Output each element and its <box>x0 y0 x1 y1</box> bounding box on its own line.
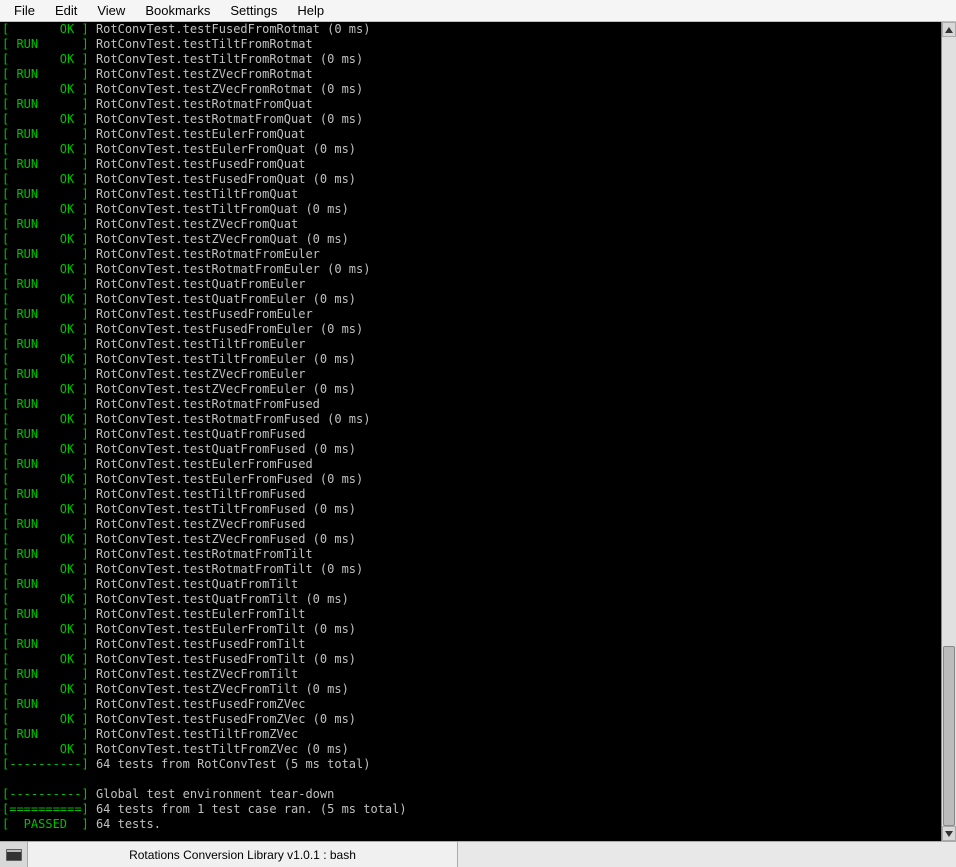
menu-settings[interactable]: Settings <box>220 1 287 20</box>
new-tab-button[interactable] <box>0 842 28 867</box>
chevron-down-icon <box>945 831 953 837</box>
statusbar: Rotations Conversion Library v1.0.1 : ba… <box>0 841 956 867</box>
scrollbar[interactable] <box>941 22 956 841</box>
tab-title[interactable]: Rotations Conversion Library v1.0.1 : ba… <box>28 842 458 867</box>
scroll-thumb[interactable] <box>943 646 955 826</box>
scroll-down-button[interactable] <box>942 826 956 841</box>
terminal-output[interactable]: [ OK ] RotConvTest.testFusedFromRotmat (… <box>0 22 941 841</box>
scroll-track[interactable] <box>942 37 956 826</box>
menu-bookmarks[interactable]: Bookmarks <box>135 1 220 20</box>
menu-help[interactable]: Help <box>287 1 334 20</box>
menu-view[interactable]: View <box>87 1 135 20</box>
scroll-up-button[interactable] <box>942 22 956 37</box>
menu-edit[interactable]: Edit <box>45 1 87 20</box>
terminal-icon <box>6 849 22 861</box>
menubar: File Edit View Bookmarks Settings Help <box>0 0 956 22</box>
terminal-area: [ OK ] RotConvTest.testFusedFromRotmat (… <box>0 22 956 841</box>
chevron-up-icon <box>945 27 953 33</box>
menu-file[interactable]: File <box>4 1 45 20</box>
